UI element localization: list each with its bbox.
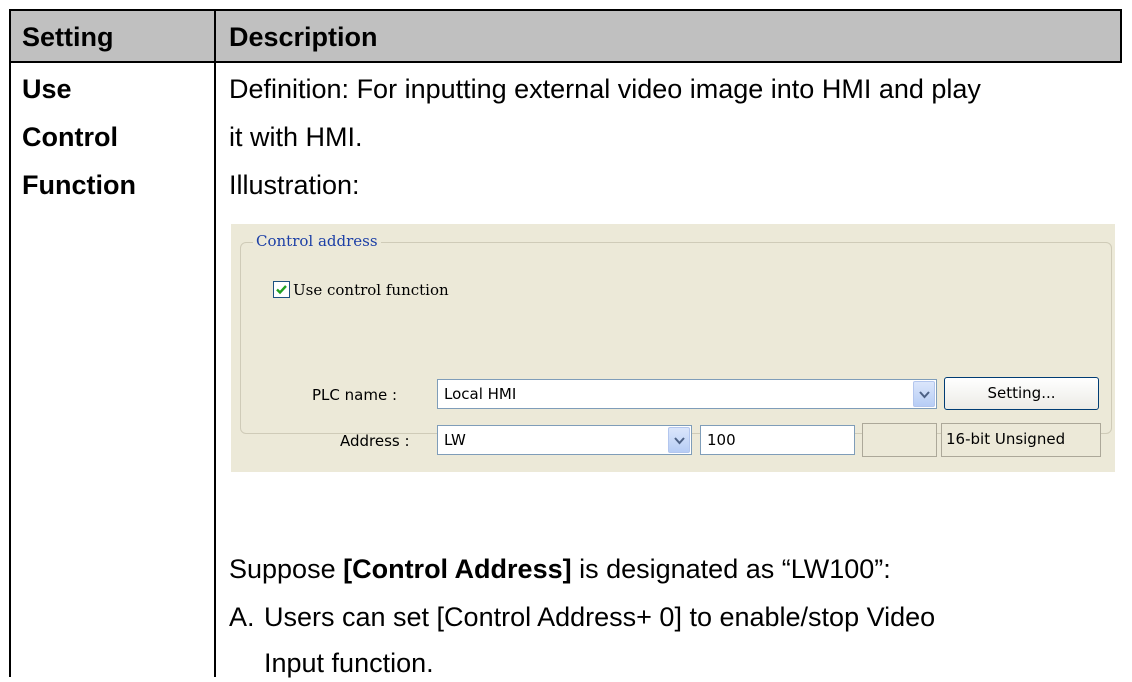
definition-line-1: Definition: For inputting external video…	[229, 74, 981, 104]
chevron-down-icon	[674, 437, 685, 445]
definition-line-2: it with HMI.	[229, 122, 363, 152]
control-address-group-title: Control address	[253, 230, 381, 252]
address-label: Address :	[340, 432, 410, 450]
data-format-label: 16-bit Unsigned	[946, 430, 1066, 448]
address-value-input[interactable]: 100	[700, 425, 855, 455]
setting-line-2: Control	[22, 122, 118, 152]
address-value: 100	[707, 431, 736, 449]
plc-name-label: PLC name :	[312, 386, 398, 404]
plc-name-select[interactable]: Local HMI	[437, 379, 937, 409]
header-description: Description	[229, 22, 378, 52]
table-right-border-header	[1120, 9, 1122, 63]
suppose-control-address: [Control Address]	[343, 554, 572, 584]
item-a-line-2: Input function.	[264, 648, 434, 678]
address-type-select[interactable]: LW	[437, 425, 692, 455]
table-column-divider	[214, 9, 216, 677]
use-control-function-label: Use control function	[293, 281, 449, 299]
item-a-marker: A.	[229, 602, 255, 632]
table-top-border	[10, 9, 1122, 11]
address-type-value: LW	[444, 431, 466, 449]
table-left-border	[9, 9, 11, 677]
setting-line-1: Use	[22, 74, 72, 104]
suppose-suffix: is designated as “LW100”:	[571, 554, 891, 584]
address-type-dropdown-button[interactable]	[668, 427, 690, 453]
plc-name-value: Local HMI	[444, 385, 517, 403]
checkmark-icon	[276, 285, 287, 295]
illustration-label: Illustration:	[229, 170, 360, 200]
item-a-line-1: Users can set [Control Address+ 0] to en…	[264, 602, 936, 632]
suppose-prefix: Suppose	[229, 554, 344, 584]
use-control-function-checkbox[interactable]	[273, 281, 290, 298]
table-header-divider	[10, 61, 1122, 63]
address-extra-box	[862, 423, 937, 457]
table-header-background	[10, 10, 1121, 62]
suppose-sentence: Suppose [Control Address] is designated …	[229, 550, 891, 588]
plc-name-dropdown-button[interactable]	[913, 381, 935, 407]
setting-line-3: Function	[22, 170, 136, 200]
setting-button[interactable]: Setting...	[944, 377, 1099, 410]
header-setting: Setting	[22, 22, 114, 52]
chevron-down-icon	[919, 391, 930, 399]
